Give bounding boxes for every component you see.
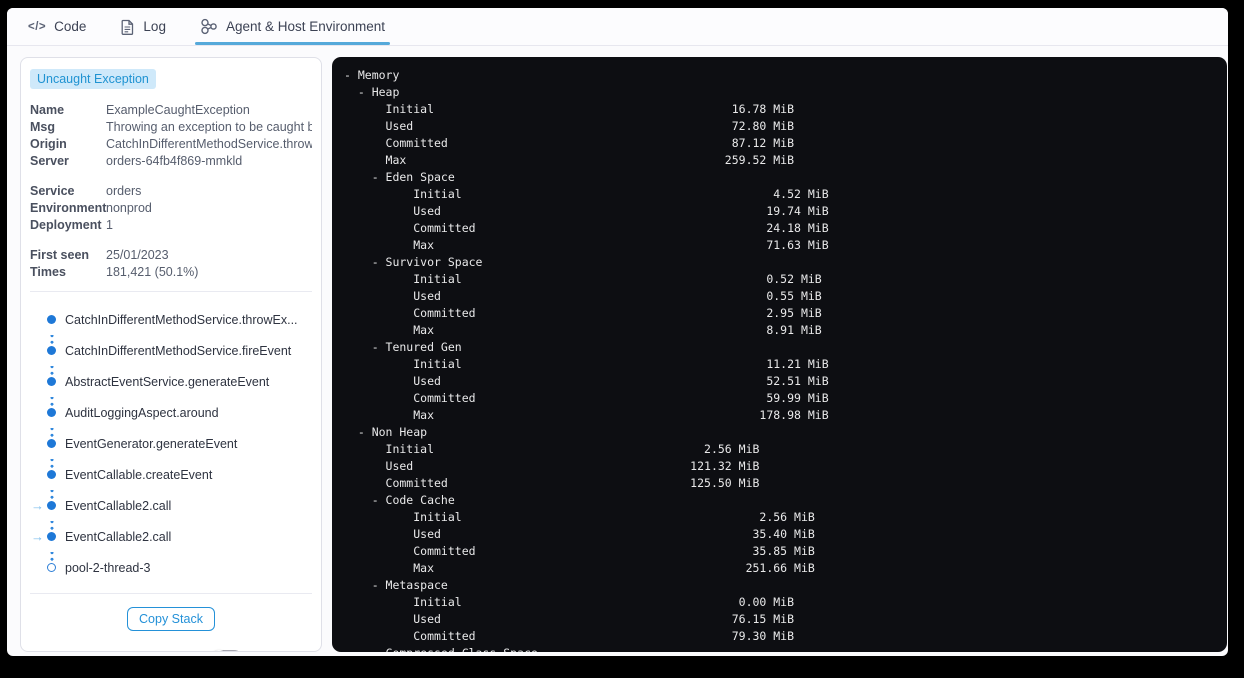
stack-frame[interactable]: → EventCallable2.call <box>30 490 312 521</box>
field-value: CatchInDifferentMethodService.throwExcep <box>106 137 312 151</box>
field-origin: Origin CatchInDifferentMethodService.thro… <box>30 136 312 153</box>
frame-marker-icon <box>47 501 56 510</box>
stack-frame-label: EventCallable2.call <box>65 529 172 544</box>
agent-environment-panel: - Memory - Heap Initial 16.78 MiB Used 7… <box>332 57 1227 652</box>
log-icon <box>120 19 135 35</box>
field-value: nonprod <box>106 201 152 215</box>
stack-frame[interactable]: CatchInDifferentMethodService.fireEvent <box>30 335 312 366</box>
stack-frame[interactable]: AbstractEventService.generateEvent <box>30 366 312 397</box>
field-service: Service orders <box>30 183 312 200</box>
tab-label: Log <box>143 19 166 34</box>
exception-context: Service orders Environment nonprod Deploymen… <box>30 183 312 234</box>
divider <box>30 593 312 594</box>
frame-marker-icon <box>47 315 56 324</box>
divider <box>30 291 312 292</box>
field-value: 25/01/2023 <box>106 248 169 262</box>
field-value: orders-64fb4f869-mmkld <box>106 154 243 168</box>
stack-frame[interactable]: CatchInDifferentMethodService.throwEx... <box>30 304 312 335</box>
stack-frame-label: AuditLoggingAspect.around <box>65 405 219 420</box>
field-label: Environment <box>30 201 107 215</box>
stack-frame-label: CatchInDifferentMethodService.fireEvent <box>65 343 292 358</box>
stack-frame-label: EventCallable.createEvent <box>65 467 213 482</box>
exception-panel: Uncaught Exception Name ExampleCaughtExce… <box>20 57 322 652</box>
tab-code[interactable]: </> Code <box>28 8 86 45</box>
tab-log[interactable]: Log <box>120 8 166 45</box>
field-label: Server <box>30 154 69 168</box>
tab-bar: </> Code Log Agent & Host Environment <box>7 8 1228 46</box>
frame-marker-icon <box>47 532 56 541</box>
stack-frame-label: pool-2-thread-3 <box>65 560 151 575</box>
stack-trace-list: CatchInDifferentMethodService.throwEx...… <box>30 304 312 583</box>
field-value: orders <box>106 184 142 198</box>
field-label: First seen <box>30 248 90 262</box>
field-label: Deployment <box>30 218 102 232</box>
field-label: Name <box>30 103 65 117</box>
field-times: Times 181,421 (50.1%) <box>30 264 312 281</box>
stack-frame[interactable]: → EventCallable2.call <box>30 521 312 552</box>
field-label: Service <box>30 184 75 198</box>
tab-label: Agent & Host Environment <box>225 19 386 34</box>
stack-frame[interactable]: pool-2-thread-3 <box>30 552 312 583</box>
field-value: Throwing an exception to be caught by a … <box>106 120 312 134</box>
app-window: </> Code Log Agent & Host Environment Uncau… <box>7 8 1228 656</box>
field-label: Msg <box>30 120 55 134</box>
frame-marker-icon <box>47 470 56 479</box>
stack-frame-label: AbstractEventService.generateEvent <box>65 374 270 389</box>
tab-agent-host-environment[interactable]: Agent & Host Environment <box>194 8 391 45</box>
thread-marker-icon <box>47 563 56 572</box>
stack-frame[interactable]: AuditLoggingAspect.around <box>30 397 312 428</box>
frame-marker-icon <box>47 346 56 355</box>
frame-marker-icon <box>47 377 56 386</box>
field-deployment: Deployment 1 <box>30 217 312 234</box>
field-environment: Environment nonprod <box>30 200 312 217</box>
field-value: 1 <box>106 218 113 232</box>
memory-tree: - Memory - Heap Initial 16.78 MiB Used 7… <box>344 68 829 652</box>
stack-frame[interactable]: EventCallable.createEvent <box>30 459 312 490</box>
field-label: Times <box>30 265 66 279</box>
field-value: 181,421 (50.1%) <box>106 265 199 279</box>
field-server: Server orders-64fb4f869-mmkld <box>30 153 312 170</box>
field-msg: Msg Throwing an exception to be caught by… <box>30 119 312 136</box>
frame-marker-icon <box>47 408 56 417</box>
field-label: Origin <box>30 137 67 151</box>
field-name: Name ExampleCaughtException <box>30 102 312 119</box>
stack-frame-label: EventGenerator.generateEvent <box>65 436 238 451</box>
stack-frame-label: EventCallable2.call <box>65 498 172 513</box>
frame-marker-icon <box>47 439 56 448</box>
exception-type-badge: Uncaught Exception <box>30 69 156 89</box>
current-frame-arrow-icon: → <box>31 498 44 513</box>
current-frame-arrow-icon: → <box>31 529 44 544</box>
stack-frame-label: CatchInDifferentMethodService.throwEx... <box>65 312 298 327</box>
exception-stats: First seen 25/01/2023 Times 181,421 (50.1%) <box>30 247 312 281</box>
field-first-seen: First seen 25/01/2023 <box>30 247 312 264</box>
third-party-toggle[interactable] <box>210 650 244 651</box>
stack-frame[interactable]: EventGenerator.generateEvent <box>30 428 312 459</box>
field-value: ExampleCaughtException <box>106 103 250 117</box>
tab-label: Code <box>54 19 87 34</box>
copy-stack-button[interactable]: Copy Stack <box>127 607 215 631</box>
exception-details: Name ExampleCaughtException Msg Throwing an… <box>30 102 312 170</box>
agent-icon <box>200 18 218 35</box>
toggle-knob <box>210 650 229 651</box>
code-icon: </> <box>28 20 47 33</box>
